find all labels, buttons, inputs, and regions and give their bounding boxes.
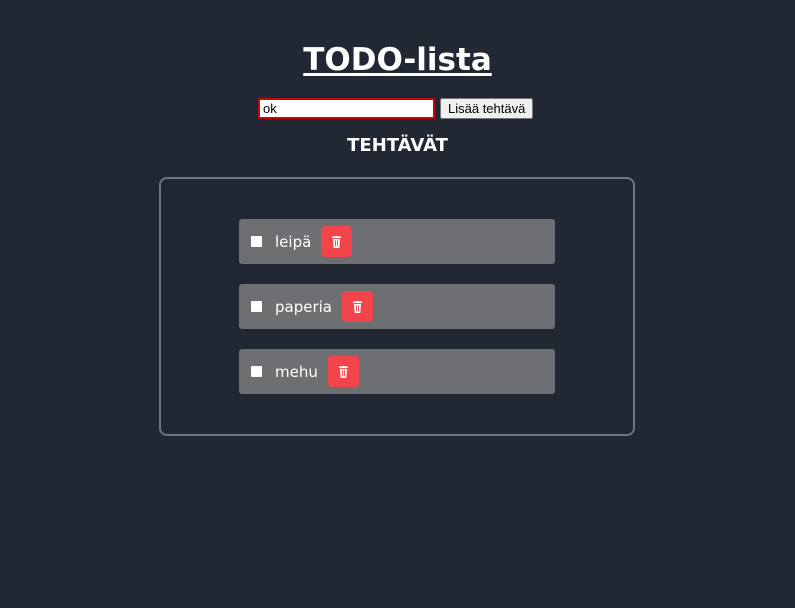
task-item: mehu <box>239 349 555 394</box>
task-input[interactable] <box>258 98 435 119</box>
task-label: mehu <box>275 362 318 381</box>
task-label: leipä <box>275 232 312 251</box>
trash-icon <box>338 365 348 378</box>
tasks-heading: TEHTÄVÄT <box>347 135 448 156</box>
page-title: TODO-lista <box>303 42 492 78</box>
task-checkbox[interactable] <box>251 366 262 377</box>
delete-button[interactable] <box>327 356 359 387</box>
delete-button[interactable] <box>321 226 353 257</box>
add-task-button[interactable]: Lisää tehtävä <box>440 98 534 119</box>
trash-icon <box>353 300 362 313</box>
task-label: paperia <box>275 297 332 316</box>
task-list-panel: leipä paperia mehu <box>159 177 635 436</box>
task-checkbox[interactable] <box>251 301 262 312</box>
task-item: leipä <box>239 219 555 264</box>
add-task-form: Lisää tehtävä <box>258 98 534 119</box>
task-item: paperia <box>239 284 555 329</box>
delete-button[interactable] <box>342 291 373 322</box>
task-checkbox[interactable] <box>251 236 262 247</box>
trash-icon <box>332 235 342 248</box>
